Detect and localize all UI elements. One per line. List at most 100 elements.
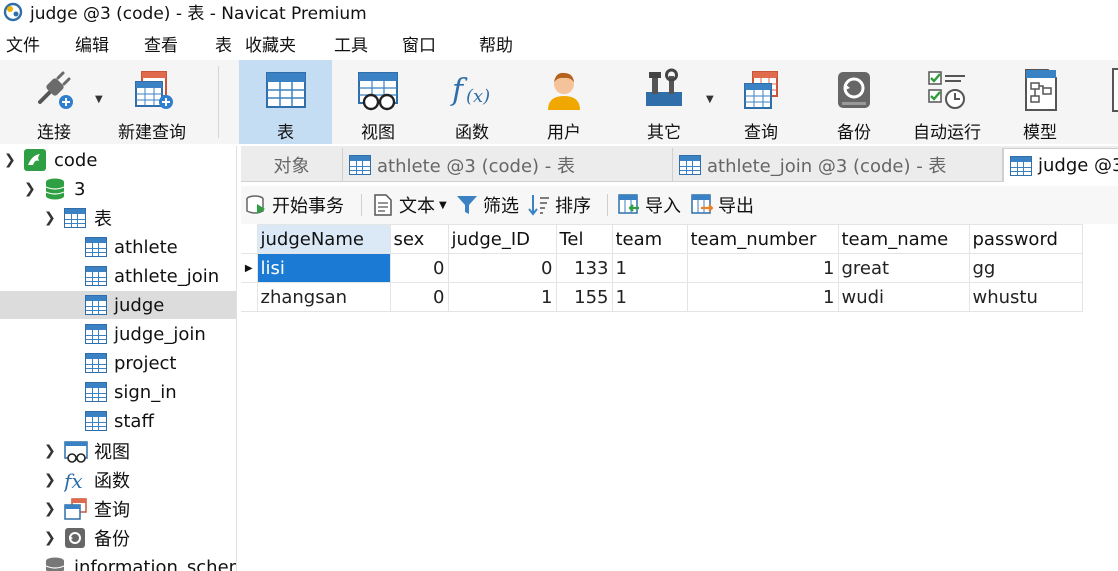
table-cell[interactable]: 1 bbox=[611, 253, 688, 283]
sort-icon bbox=[528, 194, 550, 216]
text-button[interactable]: 文本 ▼ bbox=[372, 192, 447, 218]
column-header[interactable]: password bbox=[968, 224, 1083, 254]
table-name: athlete_join bbox=[114, 265, 220, 287]
chevron-right-icon[interactable]: ❯ bbox=[44, 501, 56, 517]
model-icon bbox=[1018, 68, 1062, 112]
tab-judge[interactable]: judge @3 bbox=[1003, 148, 1118, 182]
table-cell[interactable]: great bbox=[837, 253, 970, 283]
column-header[interactable]: sex bbox=[389, 224, 449, 254]
tree-table-staff[interactable]: staff bbox=[0, 407, 236, 435]
table-cell[interactable]: 1 bbox=[611, 282, 688, 312]
tree-backups-group[interactable]: ❯ 备份 bbox=[0, 524, 236, 552]
tab-label: athlete_join @3 (code) - 表 bbox=[707, 156, 947, 177]
table-cell[interactable]: wudi bbox=[837, 282, 970, 312]
backup-button[interactable]: 备份 bbox=[812, 60, 896, 144]
tab-athlete[interactable]: athlete @3 (code) - 表 bbox=[343, 148, 673, 182]
table-name: sign_in bbox=[114, 381, 177, 403]
chevron-right-icon[interactable]: ❯ bbox=[44, 472, 56, 488]
connect-button[interactable]: 连接 bbox=[20, 60, 88, 144]
menu-favorites[interactable]: 收藏夹 bbox=[245, 31, 296, 56]
function-button[interactable]: f (x) 函数 bbox=[430, 60, 514, 144]
table-cell[interactable]: 155 bbox=[555, 282, 613, 312]
table-cell[interactable]: whustu bbox=[968, 282, 1083, 312]
menu-window[interactable]: 窗口 bbox=[402, 31, 436, 56]
tree-queries-group[interactable]: ❯ 查询 bbox=[0, 495, 236, 523]
table-cell[interactable]: 133 bbox=[555, 253, 613, 283]
tree-functions-group[interactable]: ❯ fx 函数 bbox=[0, 466, 236, 494]
chevron-down-icon[interactable]: ❯ bbox=[44, 210, 56, 226]
tree-connection-code[interactable]: ❯ code bbox=[0, 146, 236, 174]
export-label: 导出 bbox=[718, 196, 754, 217]
tree-views-group[interactable]: ❯ 视图 bbox=[0, 437, 236, 465]
tree-table-project[interactable]: project bbox=[0, 349, 236, 377]
backup-icon bbox=[832, 68, 876, 112]
tab-athlete-join[interactable]: athlete_join @3 (code) - 表 bbox=[673, 148, 1003, 182]
menu-tools[interactable]: 工具 bbox=[334, 31, 368, 56]
table-icon bbox=[679, 155, 701, 175]
column-header[interactable]: team_number bbox=[686, 224, 839, 254]
tab-objects[interactable]: 对象 bbox=[241, 148, 343, 182]
table-icon bbox=[85, 324, 107, 344]
import-button[interactable]: 导入 bbox=[618, 192, 681, 218]
document-icon bbox=[372, 194, 394, 216]
new-query-button[interactable]: 新建查询 bbox=[112, 60, 192, 144]
tree-database-3[interactable]: ❯ 3 bbox=[0, 175, 236, 203]
tree-table-athlete[interactable]: athlete bbox=[0, 233, 236, 261]
table-cell[interactable]: 0 bbox=[389, 253, 449, 283]
column-header[interactable]: Tel bbox=[555, 224, 613, 254]
table-icon bbox=[85, 266, 107, 286]
chart-icon[interactable] bbox=[1112, 68, 1118, 112]
menu-file[interactable]: 文件 bbox=[6, 31, 40, 56]
menu-help[interactable]: 帮助 bbox=[479, 31, 513, 56]
chevron-down-icon[interactable]: ❯ bbox=[4, 152, 16, 168]
connect-dropdown-icon[interactable]: ▼ bbox=[95, 94, 103, 105]
table-cell[interactable]: 0 bbox=[389, 282, 449, 312]
table-cell[interactable]: 1 bbox=[686, 282, 839, 312]
table-cell[interactable]: 1 bbox=[686, 253, 839, 283]
table-cell[interactable]: gg bbox=[968, 253, 1083, 283]
view-glasses-icon bbox=[356, 68, 400, 112]
other-label: 其它 bbox=[647, 123, 681, 143]
row-indicator bbox=[241, 282, 258, 312]
export-button[interactable]: 导出 bbox=[691, 192, 754, 218]
other-dropdown-icon[interactable]: ▼ bbox=[706, 94, 714, 105]
view-button[interactable]: 视图 bbox=[336, 60, 420, 144]
chevron-down-icon[interactable]: ❯ bbox=[24, 181, 36, 197]
tree-table-judge[interactable]: judge bbox=[0, 291, 236, 319]
tree-database-information-schema[interactable]: information_schem bbox=[0, 553, 236, 571]
tree-tables-group[interactable]: ❯ 表 bbox=[0, 204, 236, 232]
function-fx-icon: f (x) bbox=[450, 68, 494, 112]
table-cell[interactable]: lisi bbox=[256, 253, 391, 283]
table-cell[interactable]: zhangsan bbox=[256, 282, 391, 312]
model-button[interactable]: 模型 bbox=[998, 60, 1082, 144]
menu-view[interactable]: 查看 bbox=[144, 31, 178, 56]
table-button[interactable]: 表 bbox=[239, 60, 332, 144]
table-cell[interactable]: 0 bbox=[447, 253, 557, 283]
chevron-down-icon[interactable]: ▼ bbox=[439, 200, 447, 211]
column-header[interactable]: judgeName bbox=[256, 224, 391, 254]
data-grid: judgeName sex judge_ID Tel team team_num… bbox=[241, 224, 1083, 312]
filter-button[interactable]: 筛选 bbox=[456, 192, 519, 218]
filter-funnel-icon bbox=[456, 194, 478, 216]
tree-table-athlete-join[interactable]: athlete_join bbox=[0, 262, 236, 290]
user-button[interactable]: 用户 bbox=[522, 60, 606, 144]
chevron-right-icon[interactable]: ❯ bbox=[44, 530, 56, 546]
query-button[interactable]: 查询 bbox=[719, 60, 803, 144]
column-header[interactable]: team_name bbox=[837, 224, 970, 254]
tree-table-judge-join[interactable]: judge_join bbox=[0, 320, 236, 348]
table-row[interactable]: zhangsan 0 1 155 1 1 wudi whustu bbox=[241, 282, 1083, 312]
chevron-right-icon[interactable]: ❯ bbox=[44, 443, 56, 459]
auto-run-button[interactable]: 自动运行 bbox=[905, 60, 989, 144]
table-row[interactable]: ▶ lisi 0 0 133 1 1 great gg bbox=[241, 253, 1083, 283]
tree-table-sign-in[interactable]: sign_in bbox=[0, 378, 236, 406]
menu-table[interactable]: 表 bbox=[215, 31, 232, 56]
column-header[interactable]: team bbox=[611, 224, 688, 254]
table-cell[interactable]: 1 bbox=[447, 282, 557, 312]
svg-text:(x): (x) bbox=[466, 86, 490, 107]
column-header[interactable]: judge_ID bbox=[447, 224, 557, 254]
sort-button[interactable]: 排序 bbox=[528, 192, 591, 218]
begin-transaction-button[interactable]: 开始事务 bbox=[245, 192, 344, 218]
menu-bar: 文件 编辑 查看 表 收藏夹 工具 窗口 帮助 bbox=[0, 26, 1118, 58]
menu-edit[interactable]: 编辑 bbox=[75, 31, 109, 56]
other-button[interactable]: 其它 bbox=[622, 60, 706, 144]
